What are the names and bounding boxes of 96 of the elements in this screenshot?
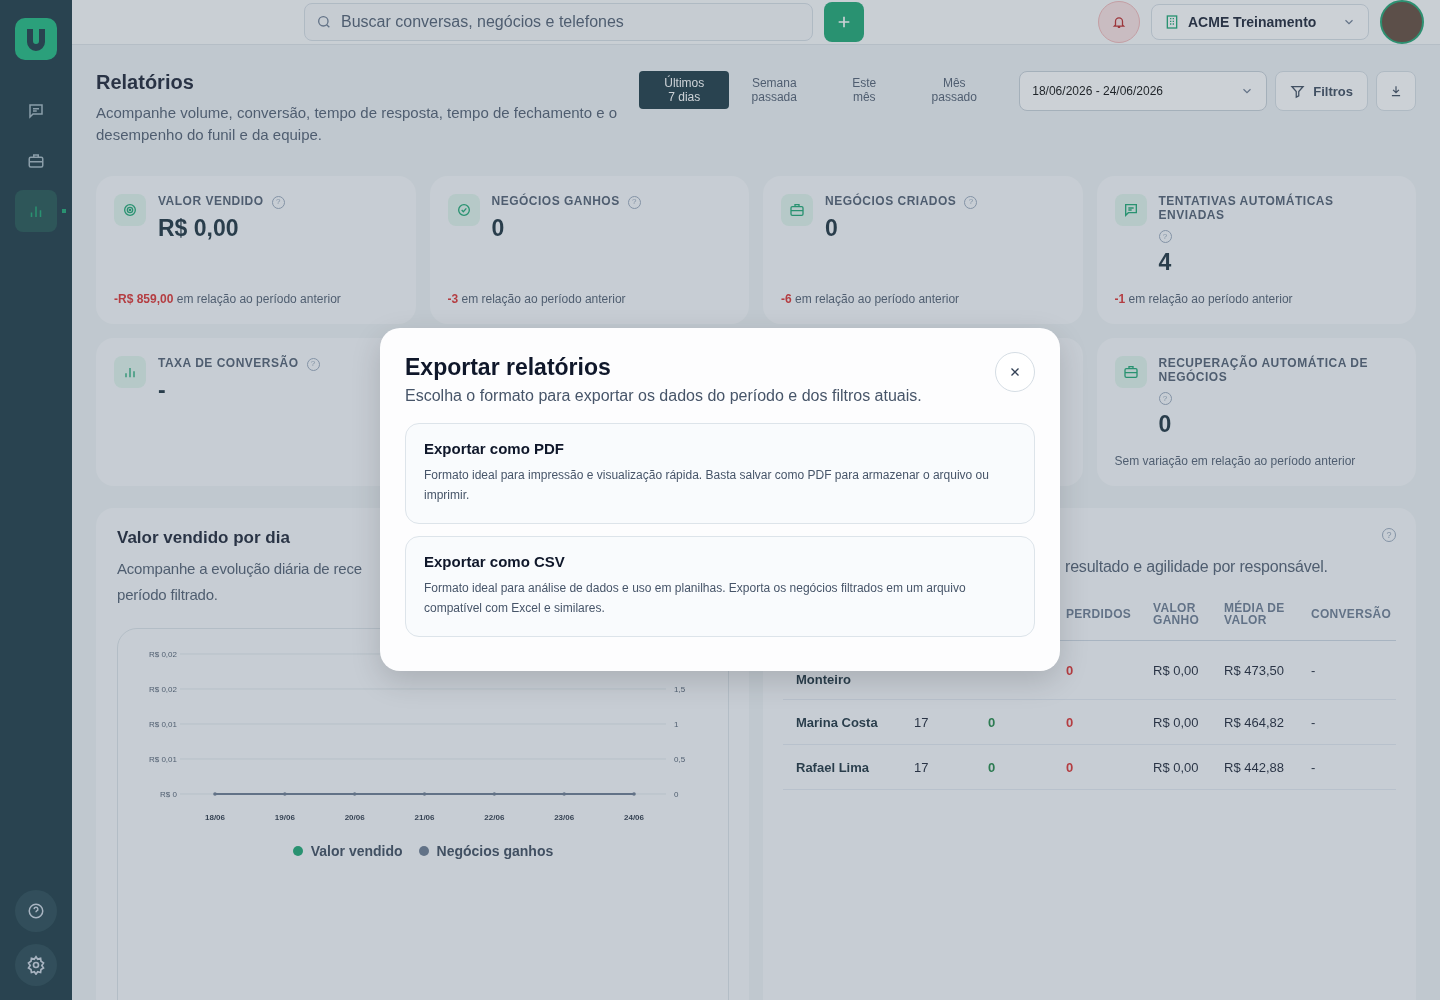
page-subtitle: Acompanhe volume, conversão, tempo de resposta, tempo de fechamento e o desempenho do funil e da equipe.: [96, 103, 619, 145]
axis-label: 21/06: [414, 813, 435, 822]
panel-title: Valor vendido por dia: [117, 528, 291, 548]
avatar[interactable]: [1380, 0, 1424, 44]
axis-label: 23/06: [554, 813, 575, 822]
period-tab[interactable]: Semana passada: [729, 71, 820, 109]
panel-subtitle: Acompanhe a evolução diária de rece: [117, 559, 362, 579]
table-cell-text: -: [1311, 662, 1317, 678]
column-header: CONVERSÃO: [1311, 608, 1393, 620]
column-header: MÉDIA DE VALOR: [1224, 602, 1286, 626]
legend-label: Negócios ganhos: [436, 843, 554, 859]
table-cell-text: R$ 442,88: [1224, 759, 1285, 775]
dialog-title: Exportar relatórios: [405, 354, 612, 381]
settings-icon[interactable]: [15, 944, 57, 986]
metric-title: NEGÓCIOS CRIADOS: [825, 194, 957, 208]
table-cell-text: Marina Costa: [795, 714, 879, 730]
date-range-select[interactable]: 18/06/2026 - 24/06/2026: [1019, 71, 1268, 111]
metric-comparison: -R$ 859,00 em relação ao período anterior: [114, 292, 342, 306]
briefcase-icon: [781, 194, 813, 226]
metric-title: TAXA DE CONVERSÃO: [158, 356, 299, 370]
metric-title: TENTATIVAS AUTOMÁTICAS ENVIADAS: [1158, 194, 1334, 222]
bell-icon: [1112, 15, 1126, 29]
axis-label: 1: [674, 720, 679, 729]
export-option[interactable]: Exportar como CSV Formato ideal para análise de dados e uso em planilhas. Exporta os negócios filtrados em um arquivo compatível com Excel e similares.: [405, 536, 1035, 637]
table-cell-text: -: [1311, 759, 1317, 775]
plus-icon: [836, 14, 852, 30]
axis-label: R$ 0: [160, 790, 177, 799]
period-tab[interactable]: Este mês: [819, 71, 910, 109]
table-cell-text: R$ 0,00: [1153, 759, 1200, 775]
chat-icon: [1114, 194, 1147, 226]
help-icon[interactable]: [15, 890, 57, 932]
search-icon: [316, 14, 332, 30]
axis-label: 20/06: [344, 813, 365, 822]
axis-label: 1,5: [674, 685, 686, 694]
table-cell-text: R$ 0,00: [1153, 662, 1200, 678]
metric-value: 0: [825, 214, 839, 242]
table-cell: 0: [988, 759, 996, 775]
axis-label: 19/06: [274, 813, 295, 822]
metric-title: RECUPERAÇÃO AUTOMÁTICA DE NEGÓCIOS: [1158, 356, 1368, 384]
table-cell-text: 0: [1066, 759, 1075, 775]
table-cell-text: Rafael Lima: [795, 759, 870, 775]
table-cell-text: R$ 473,50: [1224, 662, 1285, 678]
axis-label: R$ 0,02: [148, 685, 177, 694]
table-cell-text: 0: [1066, 662, 1075, 678]
table-cell-text: 0: [1066, 714, 1075, 730]
filter-icon: [1290, 83, 1306, 99]
axis-label: 22/06: [484, 813, 505, 822]
export-option[interactable]: Exportar como PDF Formato ideal para impressão e visualização rápida. Basta salvar como PDF para armazenar o arquivo ou imprimir.: [405, 423, 1035, 524]
download-icon: [1389, 84, 1403, 98]
metric-comparison: -1 em relação ao período anterior: [1114, 292, 1294, 306]
logo-icon[interactable]: [15, 18, 57, 60]
period-tab[interactable]: Últimos 7 dias: [639, 71, 730, 109]
table-cell-text: R$ 0,00: [1153, 714, 1200, 730]
column-header: VALOR GANHO: [1153, 602, 1201, 626]
table-cell: 17: [914, 759, 929, 775]
search-field[interactable]: Buscar conversas, negócios e telefones: [304, 3, 813, 41]
check-icon: [447, 194, 480, 226]
metric-value: -: [158, 376, 167, 404]
table-cell: 0: [988, 714, 996, 730]
axis-label: 0: [674, 790, 679, 799]
axis-label: R$ 0,01: [148, 720, 177, 729]
panel-subtitle: período filtrado.: [117, 585, 218, 605]
table-cell-text: Monteiro: [795, 670, 852, 687]
dialog-subtitle: Escolha o formato para exportar os dados do período e dos filtros atuais.: [405, 387, 922, 405]
filters-button[interactable]: Filtros: [1275, 71, 1368, 111]
metric-comparison: Sem variação em relação ao período anterior: [1114, 454, 1357, 468]
period-tab[interactable]: Mês passado: [909, 71, 1000, 109]
bar-chart-icon[interactable]: [15, 190, 57, 232]
notification-button[interactable]: [1098, 1, 1140, 43]
metric-comparison: -6 em relação ao período anterior: [781, 292, 961, 306]
legend-label: Valor vendido: [310, 843, 403, 859]
axis-label: 24/06: [624, 813, 644, 822]
metric-value: R$ 0,00: [158, 214, 240, 242]
panel-subtitle: resultado e agilidade por responsável.: [1065, 557, 1328, 577]
organization-selector[interactable]: ACME Treinamento: [1151, 4, 1369, 40]
metric-value: 0: [491, 214, 506, 242]
axis-label: R$ 0,02: [148, 650, 177, 659]
table-cell-text: R$ 464,82: [1224, 714, 1285, 730]
bar-chart-icon: [114, 356, 146, 388]
axis-label: R$ 0,01: [148, 755, 177, 764]
axis-label: 0,5: [674, 755, 686, 764]
briefcase-icon: [1114, 356, 1147, 388]
close-button[interactable]: [995, 352, 1035, 392]
axis-label: 18/06: [205, 813, 225, 822]
metric-value: 4: [1158, 249, 1173, 276]
metric-title: VALOR VENDIDO: [158, 194, 264, 208]
metric-title: NEGÓCIOS GANHOS: [491, 194, 620, 208]
metric-value: 0: [1158, 411, 1173, 438]
add-button[interactable]: [824, 2, 864, 42]
building-icon: [1164, 14, 1180, 30]
column-header: PERDIDOS: [1066, 608, 1133, 620]
table-cell: 17: [914, 714, 929, 730]
page-title: Relatórios: [96, 71, 195, 94]
metric-comparison: -3 em relação ao período anterior: [447, 292, 627, 306]
target-icon: [114, 194, 146, 226]
table-cell-text: -: [1311, 714, 1317, 730]
